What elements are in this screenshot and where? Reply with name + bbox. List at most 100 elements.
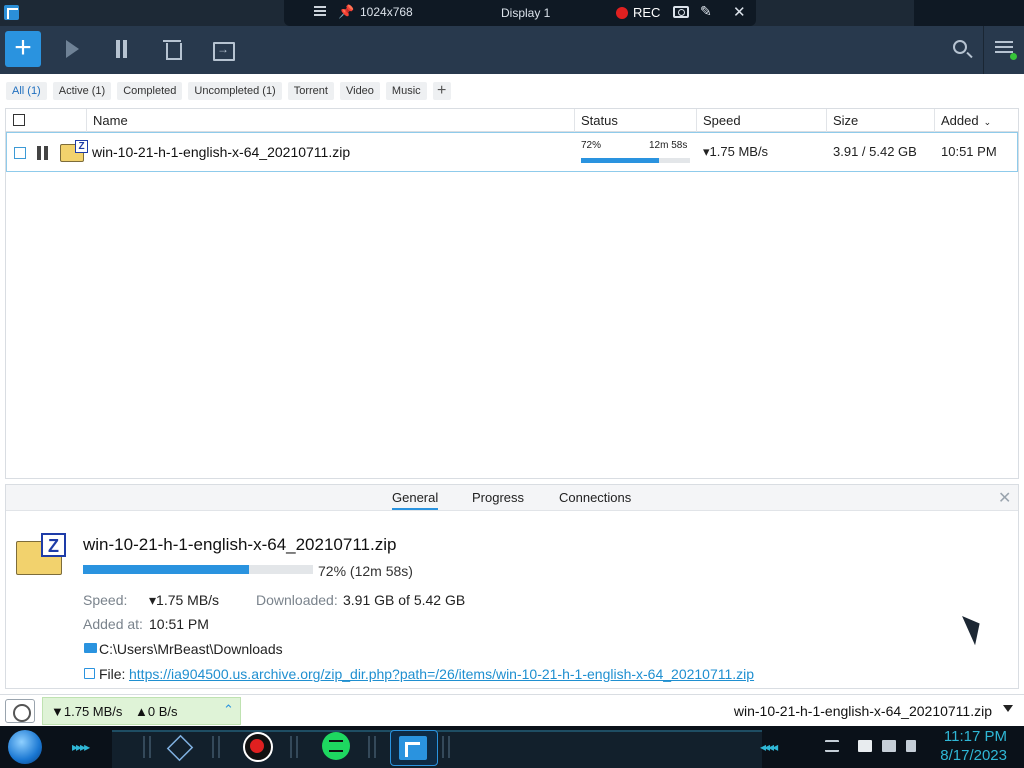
file-label: File: [99, 666, 126, 682]
external-link-icon[interactable] [84, 668, 95, 679]
zip-file-icon: Z [16, 533, 66, 575]
pause-icon[interactable] [37, 146, 48, 160]
move-folder-icon[interactable] [212, 38, 235, 62]
camera-icon[interactable] [673, 6, 689, 18]
tab-connections[interactable]: Connections [559, 490, 631, 505]
added-time: 10:51 PM [941, 144, 997, 159]
download-folder-path[interactable]: C:\Users\MrBeast\Downloads [99, 641, 283, 657]
snail-mode-icon[interactable] [5, 699, 35, 723]
zip-file-icon: Z [60, 140, 88, 162]
tab-active[interactable]: Active (1) [52, 82, 112, 100]
tab-uncompleted[interactable]: Uncompleted (1) [188, 82, 282, 100]
speed-value: ▾1.75 MB/s [149, 592, 220, 608]
pen-icon[interactable]: ✎ [700, 3, 712, 20]
tab-progress[interactable]: Progress [472, 490, 524, 505]
detail-progress-bar [83, 565, 313, 574]
downloaded-label: Downloaded: [256, 592, 338, 608]
file-url-link[interactable]: https://ia904500.us.archive.org/zip_dir.… [129, 666, 754, 682]
fdm-logo-icon [4, 5, 19, 20]
main-toolbar: + [0, 26, 1024, 74]
detail-tabs: General Progress Connections ✕ [6, 485, 1018, 511]
added-at-label: Added at: [83, 616, 143, 632]
toolbar-divider [983, 26, 984, 74]
folder-icon[interactable] [84, 643, 97, 653]
column-speed[interactable]: Speed [696, 109, 826, 132]
remote-display-bar: 📌 1024x768 Display 1 REC ✎ ✕ [0, 0, 1024, 26]
column-size[interactable]: Size [826, 109, 934, 132]
taskbar-decor-icon: ▸▸▸▸ [72, 740, 90, 754]
close-detail-icon[interactable]: ✕ [998, 488, 1011, 508]
add-tag-button[interactable]: + [432, 82, 451, 100]
time-remaining: 12m 58s [649, 140, 688, 151]
tab-video[interactable]: Video [339, 82, 380, 100]
tab-completed[interactable]: Completed [117, 82, 183, 100]
search-icon[interactable] [953, 40, 967, 54]
volume-icon[interactable] [906, 740, 916, 752]
select-all-checkbox[interactable] [13, 114, 25, 126]
taskbar: ▸▸▸▸ ◂◂◂◂ 11:17 PM 8/17/2023 [0, 726, 1024, 768]
detail-progress-text: 72% (12m 58s) [318, 563, 413, 579]
total-download-speed: ▼1.75 MB/s [51, 704, 123, 719]
dropdown-arrow-icon[interactable] [1003, 705, 1013, 712]
detail-panel: General Progress Connections ✕ Z win-10-… [5, 484, 1019, 689]
category-tabs: All (1) Active (1) Completed Uncompleted… [6, 82, 451, 100]
tab-torrent[interactable]: Torrent [287, 82, 334, 100]
speed-indicator[interactable]: ▼1.75 MB/s ▲0 B/s ⌃ [42, 697, 241, 725]
taskbar-decor-icon: ◂◂◂◂ [760, 740, 778, 754]
column-name[interactable]: Name [86, 109, 574, 132]
status-bar: ▼1.75 MB/s ▲0 B/s ⌃ win-10-21-h-1-englis… [0, 694, 1024, 726]
show-desktop-icon[interactable] [825, 740, 839, 752]
tab-general[interactable]: General [392, 490, 439, 510]
remote-menu-icon[interactable] [314, 6, 326, 18]
row-checkbox[interactable] [14, 147, 26, 159]
taskbar-separator [368, 736, 376, 758]
close-icon[interactable]: ✕ [733, 3, 746, 21]
detail-progress-fill [83, 565, 249, 574]
tab-music[interactable]: Music [385, 82, 427, 100]
row-progress-bar [581, 158, 690, 163]
added-at-value: 10:51 PM [149, 616, 209, 632]
resolution-label[interactable]: 1024x768 [360, 5, 413, 19]
network-icon[interactable] [882, 740, 896, 752]
table-row[interactable]: Z win-10-21-h-1-english-x-64_20210711.zi… [6, 132, 1018, 172]
clock-date[interactable]: 8/17/2023 [937, 747, 1007, 764]
column-added-label: Added [941, 113, 979, 128]
column-added[interactable]: Added ⌄ [934, 109, 1018, 132]
taskbar-separator [442, 736, 450, 758]
current-file-name[interactable]: win-10-21-h-1-english-x-64_20210711.zip [734, 703, 992, 719]
pause-icon[interactable] [114, 38, 136, 62]
pin-icon[interactable]: 📌 [338, 4, 354, 20]
file-name: win-10-21-h-1-english-x-64_20210711.zip [92, 144, 351, 160]
taskbar-separator [290, 736, 298, 758]
update-indicator-dot [1010, 53, 1017, 60]
record-dot-icon[interactable] [616, 7, 628, 19]
download-speed: ▾1.75 MB/s [703, 144, 769, 159]
free-download-manager-icon[interactable] [390, 730, 438, 766]
add-download-button[interactable]: + [5, 31, 41, 67]
play-icon[interactable] [64, 38, 86, 62]
action-center-flag-icon[interactable] [858, 740, 872, 752]
clock-time[interactable]: 11:17 PM [937, 728, 1007, 745]
total-upload-speed: ▲0 B/s [135, 704, 178, 719]
detail-file-name: win-10-21-h-1-english-x-64_20210711.zip [83, 535, 397, 554]
spotify-icon[interactable] [320, 730, 354, 764]
taskbar-separator [143, 736, 151, 758]
trash-icon[interactable] [163, 38, 185, 62]
row-progress-fill [581, 158, 660, 163]
speed-label: Speed: [83, 592, 128, 608]
downloaded-value: 3.91 GB of 5.42 GB [343, 592, 466, 608]
remote-bar-right [914, 0, 1024, 26]
progress-percent: 72% [581, 140, 602, 151]
taskbar-separator [212, 736, 220, 758]
virtualbox-icon[interactable] [162, 730, 196, 764]
chevron-down-icon: ⌄ [983, 117, 992, 127]
download-list: Name Status Speed Size Added ⌄ Z win-10-2… [5, 108, 1019, 479]
display-selector[interactable]: Display 1 [501, 6, 550, 20]
screen-recorder-icon[interactable] [241, 730, 275, 764]
column-status[interactable]: Status [574, 109, 696, 132]
record-label[interactable]: REC [633, 5, 660, 20]
tab-all[interactable]: All (1) [6, 82, 47, 100]
start-orb-icon[interactable] [8, 730, 42, 764]
chevron-up-icon[interactable]: ⌃ [223, 702, 234, 718]
list-header: Name Status Speed Size Added ⌄ [6, 109, 1018, 132]
